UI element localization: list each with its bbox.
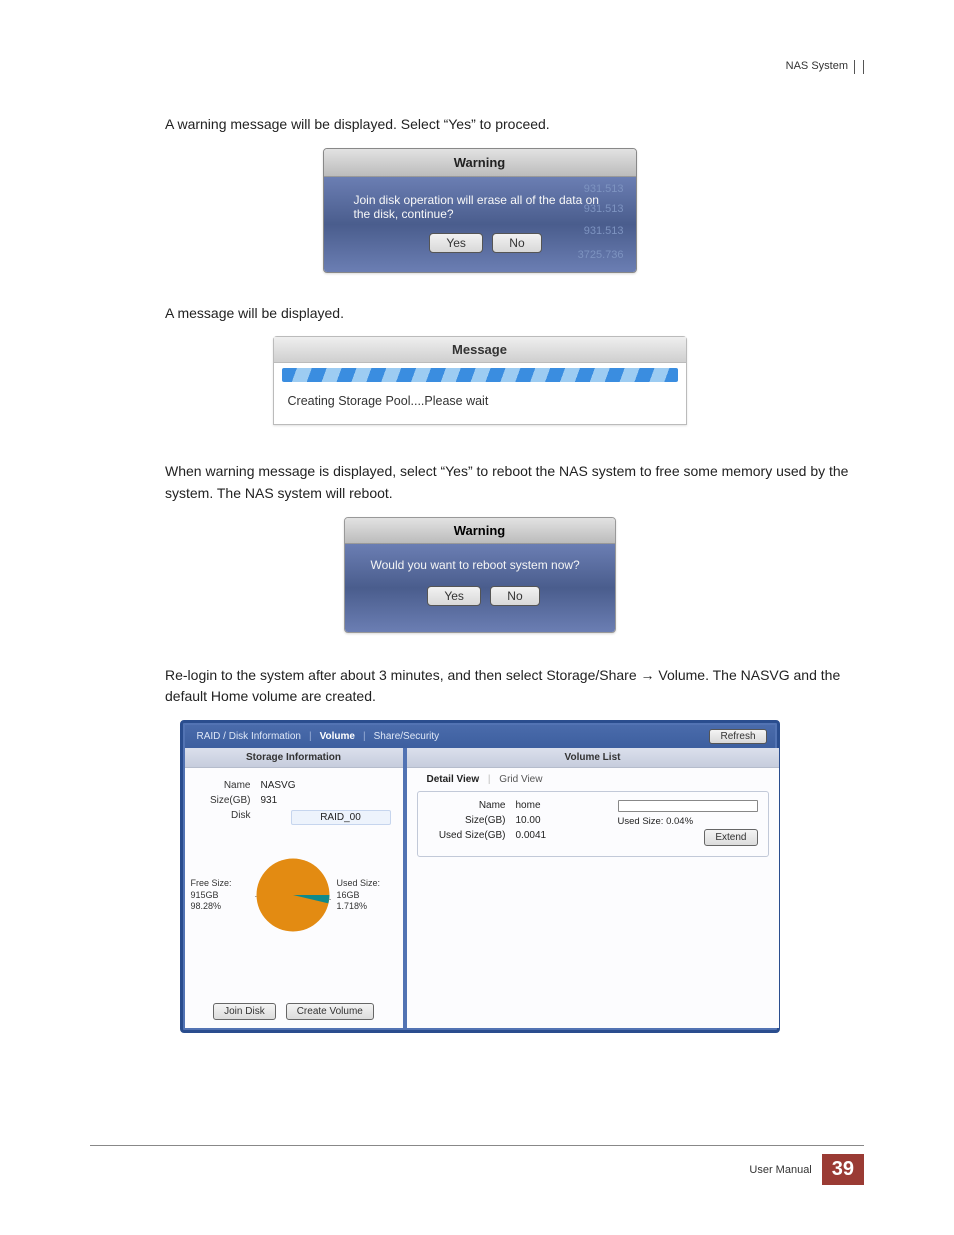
volume-list-header: Volume List [407, 748, 779, 768]
label-disk: Disk [195, 810, 251, 825]
message-dialog: Message Creating Storage Pool....Please … [273, 336, 687, 425]
pie-used-label: Used Size: 16GB 1.718% [337, 878, 397, 912]
value-name: NASVG [261, 780, 393, 791]
header-product-label: NAS System [786, 60, 848, 74]
warning-dialog-join-disk: Warning 931.513 931.513 931.513 3725.736… [323, 148, 637, 273]
storage-share-panel: RAID / Disk Information | Volume | Share… [180, 720, 780, 1033]
message-text: Creating Storage Pool....Please wait [274, 390, 686, 424]
page-footer: User Manual 39 [90, 1145, 864, 1185]
paragraph-2: A message will be displayed. [165, 303, 864, 325]
storage-info-header: Storage Information [185, 748, 403, 768]
usage-pie-icon [255, 857, 331, 933]
dialog-title: Warning [324, 149, 636, 177]
no-button[interactable]: No [490, 586, 539, 606]
dialog-message: Join disk operation will erase all of th… [354, 193, 618, 221]
tab-raid-disk[interactable]: RAID / Disk Information [193, 731, 305, 742]
paragraph-3: When warning message is displayed, selec… [165, 461, 864, 504]
tab-volume[interactable]: Volume [316, 731, 359, 742]
paragraph-1: A warning message will be displayed. Sel… [165, 114, 864, 136]
bg-value: 931.513 [584, 203, 624, 215]
label-vol-used: Used Size(GB) [428, 830, 506, 841]
dialog-message: Would you want to reboot system now? [371, 558, 597, 572]
disk-raid-item[interactable]: RAID_00 [291, 810, 391, 825]
value-vol-used: 0.0041 [516, 830, 598, 841]
label-vol-size: Size(GB) [428, 815, 506, 826]
detail-view-tab[interactable]: Detail View [421, 774, 486, 785]
header-sep-icon [854, 60, 855, 74]
refresh-button[interactable]: Refresh [709, 729, 766, 744]
tab-share-security[interactable]: Share/Security [370, 731, 444, 742]
tab-sep-icon: | [488, 774, 491, 785]
label-size: Size(GB) [195, 795, 251, 806]
create-volume-button[interactable]: Create Volume [286, 1003, 374, 1020]
tab-sep-icon: | [309, 731, 312, 742]
warning-dialog-reboot: Warning Would you want to reboot system … [344, 517, 616, 633]
extend-button[interactable]: Extend [704, 829, 757, 846]
page-number: 39 [822, 1154, 864, 1185]
bg-value: 931.513 [584, 183, 624, 195]
dialog-title: Warning [345, 518, 615, 544]
usage-text: Used Size: 0.04% [618, 816, 758, 827]
yes-button[interactable]: Yes [429, 233, 483, 253]
paragraph-4: Re-login to the system after about 3 min… [165, 665, 864, 708]
label-vol-name: Name [428, 800, 506, 811]
volume-detail-card: Name home Size(GB) 10.00 Used Size(GB) 0… [417, 791, 769, 857]
dialog-title: Message [274, 337, 686, 363]
footer-label: User Manual [749, 1164, 811, 1176]
bg-value: 931.513 [584, 225, 624, 237]
grid-view-tab[interactable]: Grid View [493, 774, 548, 785]
value-size: 931 [261, 795, 393, 806]
value-vol-name: home [516, 800, 598, 811]
tab-sep-icon: | [363, 731, 366, 742]
value-vol-size: 10.00 [516, 815, 598, 826]
label-name: Name [195, 780, 251, 791]
usage-bar-icon [618, 800, 758, 812]
progress-stripe-icon [282, 368, 678, 382]
pie-free-label: Free Size: 915GB 98.28% [191, 878, 249, 912]
join-disk-button[interactable]: Join Disk [213, 1003, 276, 1020]
page-header: NAS System [95, 60, 864, 74]
yes-button[interactable]: Yes [427, 586, 481, 606]
bg-value: 3725.736 [578, 249, 624, 261]
no-button[interactable]: No [492, 233, 541, 253]
